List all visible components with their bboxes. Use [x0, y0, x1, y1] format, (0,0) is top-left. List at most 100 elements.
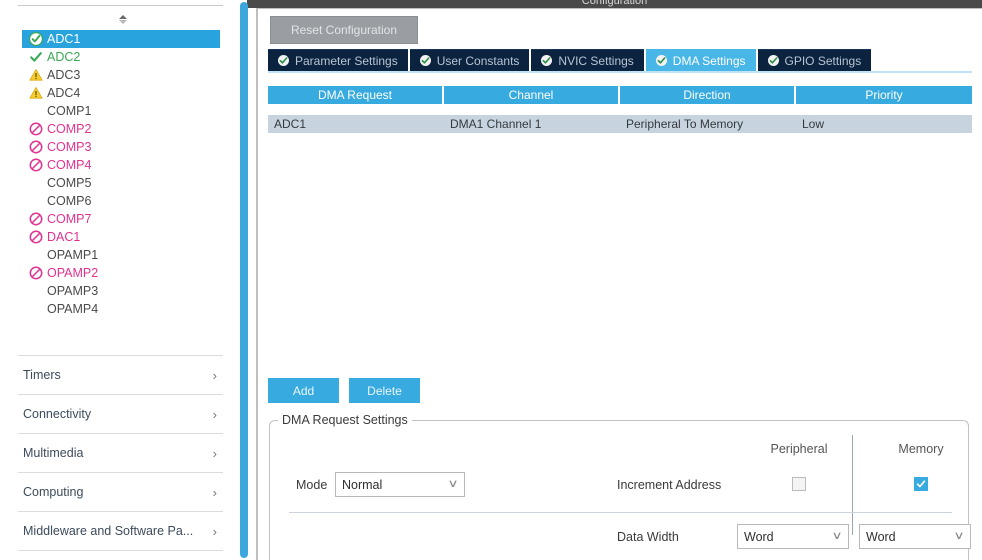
- peripheral-item-dac1[interactable]: DAC1: [22, 228, 220, 246]
- column-divider: [852, 435, 853, 535]
- peripheral-item-label: COMP1: [47, 103, 92, 118]
- no-entry-icon: [28, 212, 43, 227]
- peripheral-item-comp4[interactable]: COMP4: [22, 156, 220, 174]
- peripheral-item-comp1[interactable]: COMP1: [22, 102, 220, 120]
- peripheral-item-label: COMP5: [47, 175, 92, 190]
- add-button[interactable]: Add: [268, 378, 339, 403]
- no-status-icon: [28, 176, 43, 191]
- table-column-header[interactable]: DMA Request: [268, 86, 444, 104]
- peripheral-item-label: OPAMP2: [47, 265, 99, 280]
- row-divider: [289, 512, 952, 513]
- sidebar-category-middleware-and-software-pa[interactable]: Middleware and Software Pa... ›: [18, 512, 223, 551]
- no-status-icon: [28, 104, 43, 119]
- peripheral-item-adc2[interactable]: ADC2: [22, 48, 220, 66]
- table-header-row: DMA Request Channel Direction Priority: [268, 86, 972, 104]
- tab-user-constants[interactable]: User Constants: [409, 49, 530, 71]
- peripheral-item-comp5[interactable]: COMP5: [22, 174, 220, 192]
- peripheral-item-label: OPAMP3: [47, 283, 99, 298]
- vertical-splitter[interactable]: [240, 2, 248, 558]
- window-title: Configuration: [581, 0, 648, 7]
- chevron-right-icon: ›: [212, 367, 217, 383]
- no-status-icon: [28, 284, 43, 299]
- tab-label: User Constants: [436, 53, 520, 68]
- table-column-header[interactable]: Direction: [620, 86, 796, 104]
- settings-tab-bar: Parameter Settings User Constants NVIC Set…: [268, 49, 972, 71]
- configuration-panel: Reset Configuration Parameter Settings Us…: [256, 8, 982, 560]
- peripheral-item-opamp3[interactable]: OPAMP3: [22, 282, 220, 300]
- table-column-header[interactable]: Channel: [444, 86, 620, 104]
- tab-nvic-settings[interactable]: NVIC Settings: [531, 49, 644, 71]
- no-entry-icon: [28, 230, 43, 245]
- peripheral-item-label: ADC3: [47, 67, 81, 82]
- sidebar-category-label: Middleware and Software Pa...: [23, 524, 194, 538]
- check-circle-icon: [278, 55, 289, 66]
- data-width-peripheral-value: Word: [744, 529, 774, 544]
- peripheral-item-adc3[interactable]: ADC3: [22, 66, 220, 84]
- check-icon: [28, 50, 43, 65]
- check-circle-icon: [541, 55, 553, 66]
- peripheral-item-comp3[interactable]: COMP3: [22, 138, 220, 156]
- peripheral-item-opamp2[interactable]: OPAMP2: [22, 264, 220, 282]
- tab-label: NVIC Settings: [558, 53, 634, 68]
- chevron-right-icon: ›: [212, 445, 217, 461]
- window-title-bar: Configuration: [247, 0, 982, 8]
- peripheral-item-opamp4[interactable]: OPAMP4: [22, 300, 220, 318]
- category-list: Timers › Connectivity › Multimedia › Computing…: [18, 355, 223, 551]
- delete-button[interactable]: Delete: [349, 378, 420, 403]
- tab-parameter-settings[interactable]: Parameter Settings: [268, 49, 408, 71]
- reset-configuration-button[interactable]: Reset Configuration: [270, 16, 418, 44]
- mode-label: Mode: [296, 478, 328, 492]
- sidebar-category-label: Computing: [23, 485, 84, 499]
- peripheral-item-comp2[interactable]: COMP2: [22, 120, 220, 138]
- peripheral-sidebar: ADC1 ADC2 ADC3 ADC4 COMP1 COMP2 COMP3 COMP4 COMP…: [0, 0, 240, 560]
- peripheral-item-label: OPAMP1: [47, 247, 99, 262]
- check-circle-icon: [419, 55, 431, 66]
- peripheral-item-adc4[interactable]: ADC4: [22, 84, 220, 102]
- peripheral-item-label: COMP4: [47, 157, 92, 172]
- chevron-down-icon: ∨: [447, 478, 459, 490]
- increment-address-peripheral-checkbox[interactable]: [792, 477, 806, 491]
- peripheral-list: ADC1 ADC2 ADC3 ADC4 COMP1 COMP2 COMP3 COMP4 COMP…: [22, 30, 220, 318]
- increment-address-memory-checkbox[interactable]: [914, 477, 928, 491]
- peripheral-item-comp6[interactable]: COMP6: [22, 192, 220, 210]
- sort-arrows-icon[interactable]: [112, 10, 134, 28]
- peripheral-item-comp7[interactable]: COMP7: [22, 210, 220, 228]
- sidebar-category-label: Timers: [23, 368, 61, 382]
- peripheral-item-opamp1[interactable]: OPAMP1: [22, 246, 220, 264]
- mode-select-value: Normal: [342, 477, 383, 492]
- warning-triangle-icon: [28, 68, 43, 83]
- no-entry-icon: [28, 266, 43, 281]
- tab-label: DMA Settings: [672, 53, 746, 68]
- data-width-memory-value: Word: [866, 529, 896, 544]
- data-width-peripheral-select[interactable]: Word ∨: [737, 524, 849, 549]
- sidebar-category-timers[interactable]: Timers ›: [18, 355, 223, 395]
- no-status-icon: [28, 302, 43, 317]
- peripheral-item-label: COMP3: [47, 139, 92, 154]
- sidebar-category-computing[interactable]: Computing ›: [18, 473, 223, 512]
- memory-column-header: Memory: [898, 442, 944, 456]
- increment-address-label: Increment Address: [617, 478, 722, 492]
- peripheral-item-label: ADC4: [47, 85, 81, 100]
- sidebar-category-connectivity[interactable]: Connectivity ›: [18, 395, 223, 434]
- no-entry-icon: [28, 158, 43, 173]
- tab-dma-settings[interactable]: DMA Settings: [645, 49, 756, 71]
- chevron-right-icon: ›: [212, 406, 217, 422]
- tab-underline: [268, 71, 972, 73]
- mode-select[interactable]: Normal ∨: [335, 472, 465, 497]
- chevron-down-icon: ∨: [831, 530, 843, 542]
- table-column-header[interactable]: Priority: [796, 86, 972, 104]
- check-circle-icon: [767, 55, 779, 66]
- peripheral-item-label: ADC2: [47, 49, 81, 64]
- data-width-memory-select[interactable]: Word ∨: [859, 524, 971, 549]
- sidebar-category-label: Connectivity: [23, 407, 92, 421]
- chevron-right-icon: ›: [212, 484, 217, 500]
- table-row[interactable]: ADC1 DMA1 Channel 1 Peripheral To Memory Lo…: [268, 115, 972, 133]
- sort-descending-arrow-icon: [119, 19, 127, 24]
- no-status-icon: [28, 194, 43, 209]
- tab-gpio-settings[interactable]: GPIO Settings: [757, 49, 872, 71]
- sidebar-category-multimedia[interactable]: Multimedia ›: [18, 434, 223, 473]
- no-entry-icon: [28, 140, 43, 155]
- peripheral-item-adc1[interactable]: ADC1: [22, 30, 220, 48]
- table-cell: DMA1 Channel 1: [450, 117, 542, 131]
- table-cell: Low: [802, 117, 825, 131]
